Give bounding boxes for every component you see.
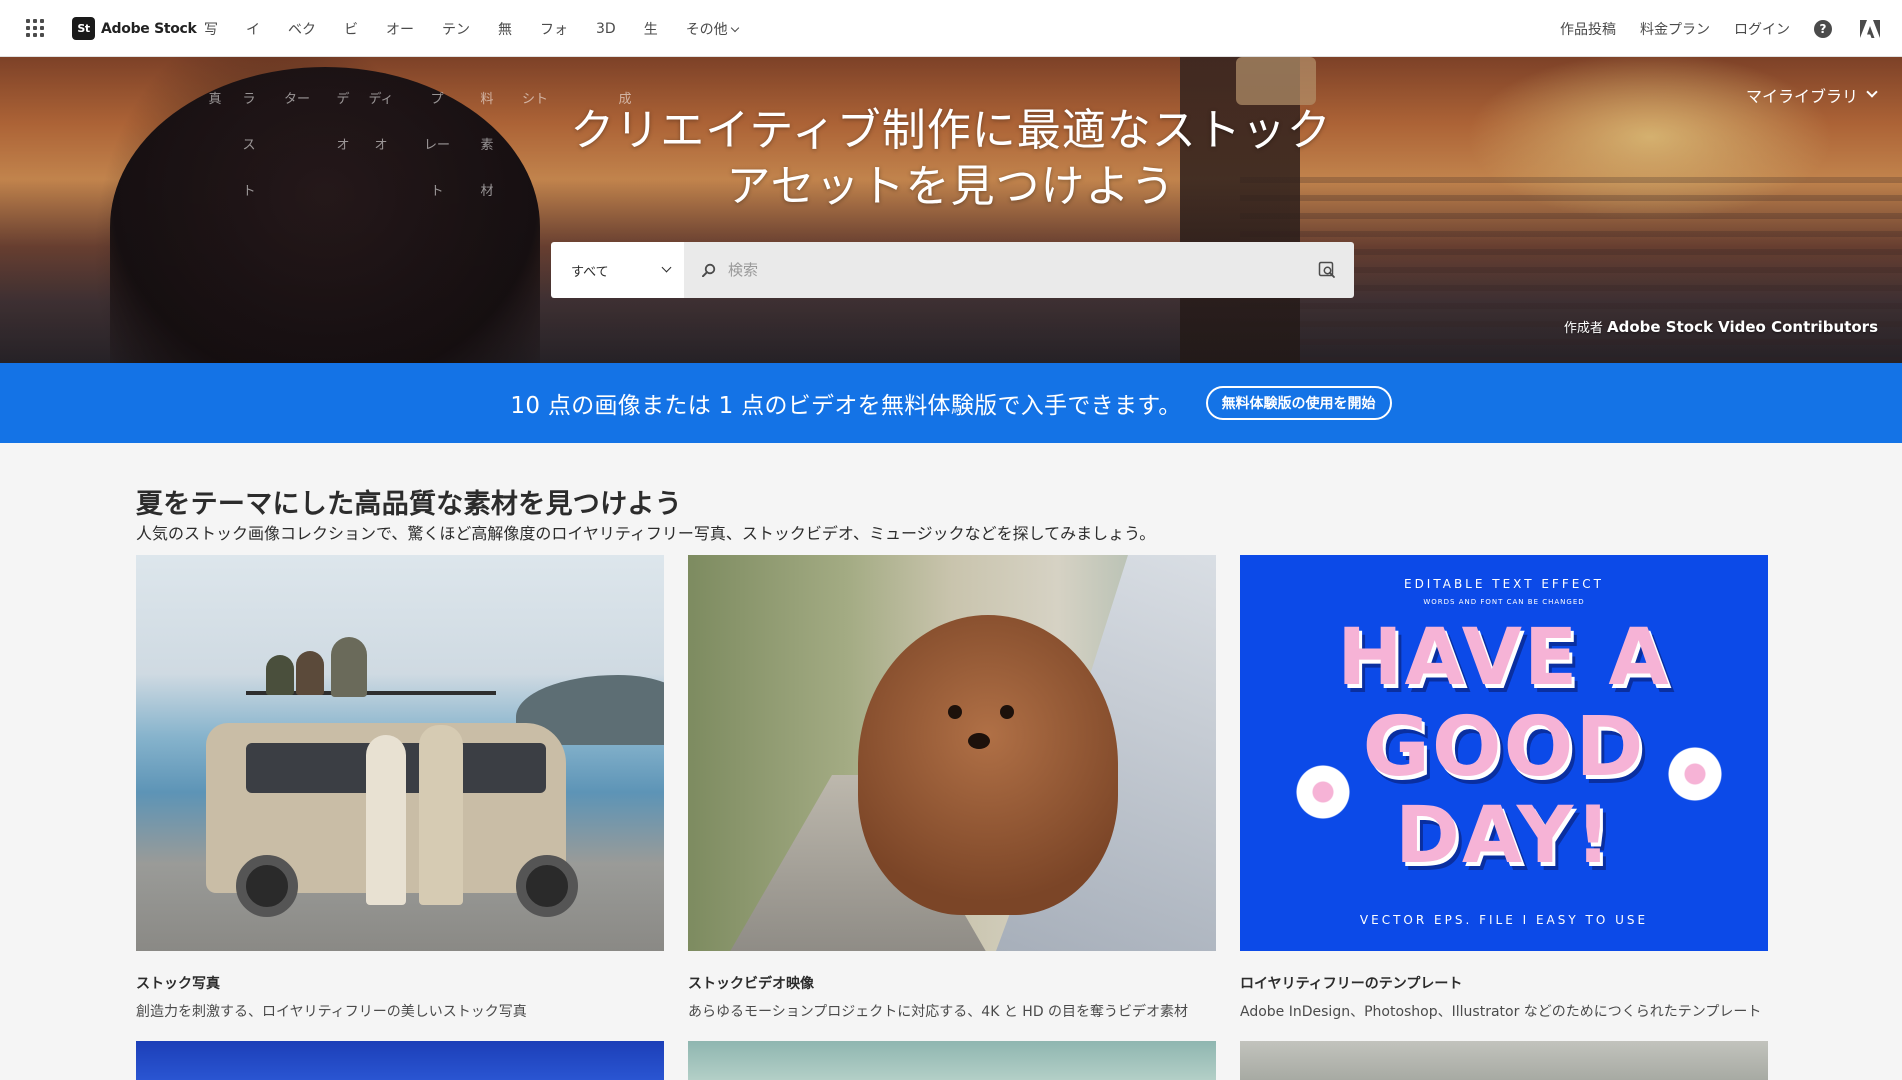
hero-credit-name[interactable]: Adobe Stock Video Contributors: [1607, 318, 1878, 336]
card-image-templates[interactable]: EDITABLE TEXT EFFECT WORDS AND FONT CAN …: [1240, 555, 1768, 951]
chevron-down-icon: [661, 262, 672, 272]
section-subtitle: 人気のストック画像コレクションで、驚くほど高解像度のロイヤリティフリー写真、スト…: [136, 524, 1156, 543]
category-nav: 写 イ ベク ビ オー テン 無 フォ 3D 生 その他: [204, 0, 766, 57]
card-image-next-row-2[interactable]: [688, 1041, 1216, 1080]
card-description: 創造力を刺激する、ロイヤリティフリーの美しいストック写真: [136, 1004, 527, 1020]
brand-name: Adobe Stock: [101, 20, 197, 37]
search-field: [684, 242, 1354, 298]
nav-templates[interactable]: テン: [442, 19, 470, 39]
card-image-next-row-3[interactable]: [1240, 1041, 1768, 1080]
hero-banner: 真 ラスト ター デオ ディオ プレート 料素材 シト 成 クリエイティブ制作に…: [0, 57, 1902, 363]
hero-credit: 作成者 Adobe Stock Video Contributors: [1563, 318, 1878, 336]
card-description: Adobe InDesign、Photoshop、Illustrator などの…: [1240, 1004, 1762, 1020]
nav-videos[interactable]: ビ: [344, 19, 358, 39]
search-bar: すべて: [551, 242, 1354, 298]
flower-icon: [1668, 747, 1722, 801]
nav-right: 作品投稿 料金プラン ログイン ?: [1560, 0, 1902, 57]
search-category-select[interactable]: すべて: [551, 242, 684, 298]
nav-free[interactable]: 無: [498, 19, 512, 39]
adobe-stock-logo-icon: St: [72, 17, 95, 40]
my-library-menu[interactable]: マイライブラリ: [1746, 83, 1876, 107]
nav-more[interactable]: その他: [686, 19, 738, 39]
hero-title: クリエイティブ制作に最適なストック アセットを見つけよう: [570, 105, 1332, 212]
card-stock-photos[interactable]: ストック写真 創造力を刺激する、ロイヤリティフリーの美しいストック写真: [136, 555, 664, 1021]
search-category-value: すべて: [571, 264, 609, 280]
card-description: あらゆるモーションプロジェクトに対応する、4K と HD の目を奪うビデオ素材: [688, 1004, 1189, 1020]
card-image-stock-photos[interactable]: [136, 555, 664, 951]
apps-grid-icon[interactable]: [26, 19, 44, 37]
visual-search-icon[interactable]: [1318, 261, 1336, 279]
nav-generative[interactable]: 生: [644, 19, 658, 39]
card-templates[interactable]: EDITABLE TEXT EFFECT WORDS AND FONT CAN …: [1240, 555, 1768, 1021]
card-image-stock-video[interactable]: [688, 555, 1216, 951]
help-icon[interactable]: ?: [1814, 19, 1832, 38]
search-icon: [702, 263, 716, 277]
nav-3d[interactable]: 3D: [596, 21, 616, 37]
nav-illustrations[interactable]: イ: [246, 19, 260, 39]
adobe-stock-home-link[interactable]: St Adobe Stock: [72, 17, 197, 40]
nav-audio[interactable]: オー: [386, 19, 414, 39]
flower-icon: [1296, 765, 1350, 819]
nav-login[interactable]: ログイン: [1734, 19, 1790, 39]
nav-vectors[interactable]: ベク: [288, 19, 316, 39]
adobe-logo-icon[interactable]: [1860, 19, 1880, 38]
free-trial-text: 10 点の画像または 1 点のビデオを無料体験版で入手できます。: [510, 393, 1182, 419]
search-input[interactable]: [728, 261, 1318, 279]
top-navigation: St Adobe Stock 写 イ ベク ビ オー テン 無 フォ 3D 生 …: [0, 0, 1902, 57]
card-title[interactable]: ロイヤリティフリーのテンプレート: [1240, 973, 1768, 993]
nav-fonts[interactable]: フォ: [540, 19, 568, 39]
nav-photos[interactable]: 写: [204, 19, 218, 39]
nav-submit-work[interactable]: 作品投稿: [1560, 19, 1616, 39]
free-trial-banner: 10 点の画像または 1 点のビデオを無料体験版で入手できます。 無料体験版の使…: [0, 363, 1902, 443]
start-free-trial-button[interactable]: 無料体験版の使用を開始: [1205, 386, 1392, 420]
card-title[interactable]: ストックビデオ映像: [688, 973, 1216, 993]
card-title[interactable]: ストック写真: [136, 973, 664, 993]
section-title: 夏をテーマにした高品質な素材を見つけよう: [136, 489, 682, 520]
nav-pricing[interactable]: 料金プラン: [1640, 19, 1710, 39]
card-image-next-row-1[interactable]: [136, 1041, 664, 1080]
card-stock-video[interactable]: ストックビデオ映像 あらゆるモーションプロジェクトに対応する、4K と HD の…: [688, 555, 1216, 1021]
